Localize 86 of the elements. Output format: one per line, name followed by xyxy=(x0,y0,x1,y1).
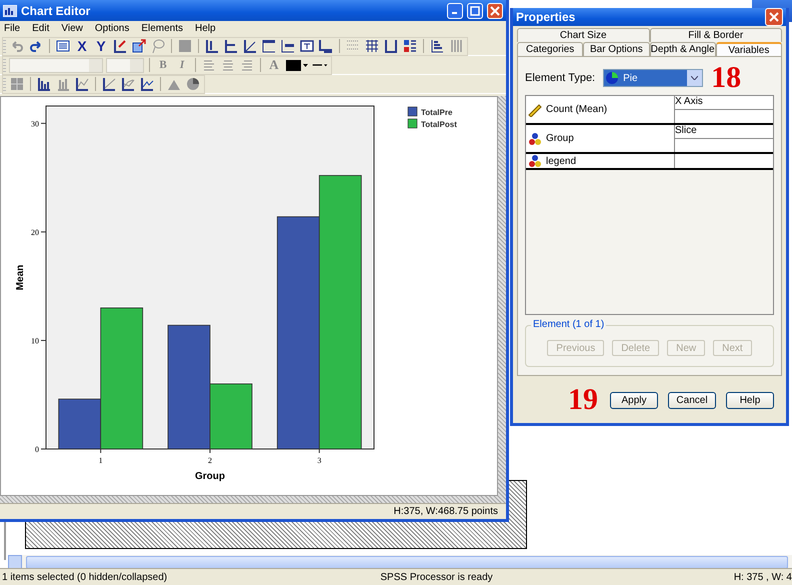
fill-color-button[interactable] xyxy=(285,57,309,73)
x-axis-title: Group xyxy=(195,471,225,482)
close-icon xyxy=(490,6,500,16)
tab[interactable]: Depth & Angle xyxy=(650,42,716,56)
line-chart-icon[interactable] xyxy=(139,76,155,92)
y-tick: 0 xyxy=(35,445,46,454)
y-tick-label: 30 xyxy=(31,119,39,128)
close-button[interactable] xyxy=(765,8,783,26)
x-tick: 1 xyxy=(98,448,103,465)
chart-size-text: H:375, W:468.75 points xyxy=(394,506,498,517)
variable-cell[interactable]: Count (Mean) xyxy=(526,96,675,123)
x-axis-button[interactable]: X xyxy=(74,38,90,54)
menu-item[interactable]: Edit xyxy=(32,23,50,35)
role-cell: Slice xyxy=(675,125,773,139)
dialog-button[interactable]: Help xyxy=(726,392,774,408)
line-chart-icon[interactable] xyxy=(101,76,117,92)
y-tick-label: 10 xyxy=(31,336,39,346)
bar-order-icon[interactable] xyxy=(429,38,445,54)
pie-chart-icon xyxy=(604,71,620,85)
axis-icon[interactable] xyxy=(204,38,220,54)
tab[interactable]: Fill & Border xyxy=(650,28,782,42)
diagonal-axis-icon[interactable] xyxy=(242,38,258,54)
minimize-button[interactable] xyxy=(447,2,463,18)
pie-chart-icon[interactable] xyxy=(185,76,201,92)
window-title: Chart Editor xyxy=(21,4,92,18)
resize-icon[interactable] xyxy=(131,38,147,54)
line-chart-icon[interactable] xyxy=(74,76,90,92)
bar-chart-icon[interactable] xyxy=(36,76,52,92)
legend-icon[interactable] xyxy=(402,38,418,54)
caret-icon xyxy=(691,76,698,80)
variable-cell[interactable]: Group xyxy=(526,125,675,152)
element-type-dropdown[interactable]: Pie xyxy=(603,69,704,87)
dialog-button[interactable]: Cancel xyxy=(668,392,716,408)
line-chart-icon[interactable] xyxy=(120,76,136,92)
caret-icon xyxy=(303,64,308,66)
dialog-button[interactable]: Apply xyxy=(610,392,658,408)
y-axis-title: Mean xyxy=(15,264,26,290)
text-box-icon[interactable] xyxy=(299,38,315,54)
size-status: H: 375 , W: 4 xyxy=(734,572,792,583)
close-button[interactable] xyxy=(487,2,503,18)
maximize-button[interactable] xyxy=(467,2,483,18)
ruler-icon xyxy=(528,102,542,116)
balls-icon xyxy=(528,132,542,146)
y-axis-button[interactable]: Y xyxy=(93,38,109,54)
menu-item[interactable]: File xyxy=(4,23,20,35)
element-type-label: Element Type: xyxy=(525,72,596,84)
y-tick: 30 xyxy=(31,119,46,128)
step-number: 19 xyxy=(568,386,598,414)
properties-icon[interactable] xyxy=(55,38,71,54)
footnote-icon[interactable] xyxy=(318,38,334,54)
tab[interactable]: Categories xyxy=(517,42,584,56)
legend-label: TotalPost xyxy=(421,120,457,129)
group-title: Element (1 of 1) xyxy=(531,319,606,330)
x-tick: 2 xyxy=(208,448,212,465)
menu-item[interactable]: Options xyxy=(94,23,130,35)
y-tick: 20 xyxy=(31,228,46,237)
step-number: 18 xyxy=(711,64,742,92)
maximize-icon xyxy=(470,6,480,16)
grid-icon[interactable] xyxy=(364,38,380,54)
balls-icon xyxy=(528,154,542,168)
y-tick: 10 xyxy=(31,336,46,346)
x-tick-label: 1 xyxy=(98,456,103,465)
y-tick-label: 20 xyxy=(31,228,39,237)
menu-item[interactable]: Help xyxy=(195,23,216,35)
axis-icon[interactable] xyxy=(223,38,239,54)
bracket-icon[interactable] xyxy=(383,38,399,54)
y-tick-label: 0 xyxy=(35,445,39,454)
menu-item[interactable]: Elements xyxy=(141,23,184,35)
dialog-title: Properties xyxy=(516,10,576,24)
legend-label: TotalPre xyxy=(421,108,452,117)
horizontal-scrollbar[interactable] xyxy=(8,555,792,569)
menu-item[interactable]: View xyxy=(61,23,83,35)
processor-status: SPSS Processor is ready xyxy=(380,572,494,583)
x-tick-label: 2 xyxy=(208,456,212,465)
title-icon[interactable] xyxy=(261,38,277,54)
app-icon xyxy=(3,4,17,16)
selection-status: 1 items selected (0 hidden/collapsed) xyxy=(1,572,168,583)
close-icon xyxy=(769,12,779,22)
x-tick: 3 xyxy=(317,448,322,465)
tab[interactable]: Variables xyxy=(716,42,782,56)
tab[interactable]: Chart Size xyxy=(517,28,650,42)
annotation-icon[interactable] xyxy=(280,38,296,54)
select-axis-icon[interactable] xyxy=(112,38,128,54)
role-cell: X Axis xyxy=(675,96,773,110)
x-tick-label: 3 xyxy=(317,456,322,465)
tab[interactable]: Bar Options xyxy=(583,42,650,56)
